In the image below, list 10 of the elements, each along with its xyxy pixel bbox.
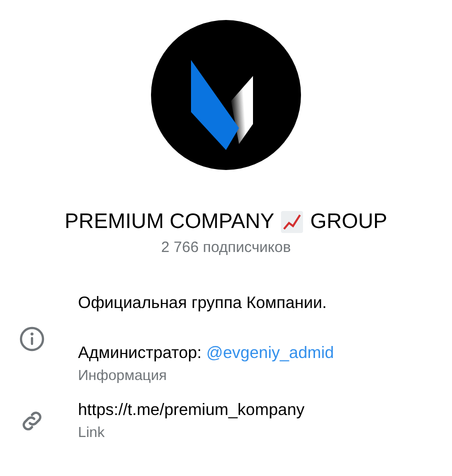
info-icon (19, 326, 45, 352)
subscriber-count: 2 766 подписчиков (161, 239, 291, 256)
link-text[interactable]: https://t.me/premium_kompany (78, 400, 305, 420)
description-text: Официальная группа Компании. (78, 293, 328, 313)
row-label: Link (78, 425, 106, 441)
channel-title: GROUP (310, 210, 388, 234)
row-label: Информация (78, 368, 168, 384)
chart-icon (281, 211, 304, 233)
description-text: Администратор: @evgeniy_admid (78, 343, 334, 363)
channel-title: PREMIUM COMPANY (64, 210, 274, 234)
